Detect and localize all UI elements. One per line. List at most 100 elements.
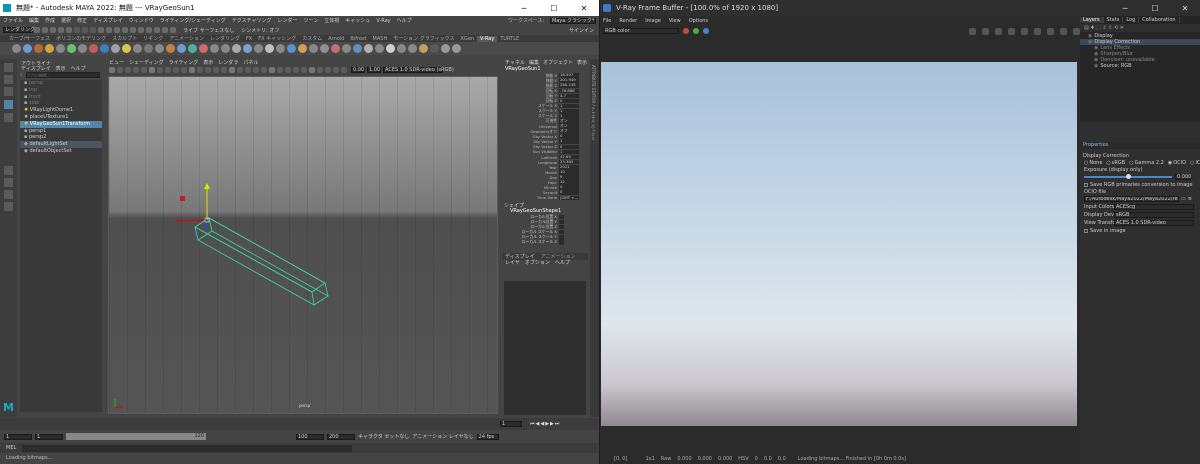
viewport-tool-icon[interactable] [125, 67, 131, 73]
shelf-tool-icon[interactable] [221, 44, 230, 53]
viewport-tool-icon[interactable] [165, 67, 171, 73]
select-tool-icon[interactable] [4, 63, 13, 72]
maya-menu-item[interactable]: 編集 [29, 17, 39, 24]
mode-menu[interactable]: レンダリング [3, 27, 35, 33]
status-tool-icon[interactable] [146, 27, 152, 33]
channel-value[interactable]: 0 [559, 98, 579, 104]
status-tool-icon[interactable] [106, 27, 112, 33]
outliner-menu-help[interactable]: ヘルプ [71, 65, 86, 72]
outliner-item[interactable]: ◆ defaultLightSet [20, 141, 102, 148]
status-tool-icon[interactable] [34, 27, 40, 33]
status-tool-icon[interactable] [90, 27, 96, 33]
status-tool-icon[interactable] [162, 27, 168, 33]
shelf-tool-icon[interactable] [12, 44, 21, 53]
render-image[interactable] [601, 62, 1077, 426]
status-tool-icon[interactable] [170, 27, 176, 33]
shelf-tool-icon[interactable] [45, 44, 54, 53]
status-tool-icon[interactable] [82, 27, 88, 33]
viewport-tool-icon[interactable] [277, 67, 283, 73]
outliner-item[interactable]: ▪ persp1 [20, 128, 102, 135]
channel-value[interactable]: [GMT +... [559, 195, 579, 201]
folder-icon[interactable]: ▭ [1181, 196, 1186, 202]
side-panel-tab[interactable]: ATTRIBUTE EDITOR / チャネル ボックス [590, 59, 599, 417]
maya-menu-item[interactable]: ヘルプ [397, 17, 412, 24]
status-tool-icon[interactable] [58, 27, 64, 33]
display-mode-radio[interactable]: ○ sRGB [1106, 160, 1125, 166]
layer-menu-help[interactable]: ヘルプ [555, 259, 570, 266]
hsv-toggle[interactable]: HSV [738, 456, 748, 462]
shelf-tool-icon[interactable] [375, 44, 384, 53]
display-mode-radio[interactable]: ○ None [1084, 160, 1102, 166]
channel-row[interactable]: Time Zone [GMT +... [502, 195, 588, 200]
maya-menu-item[interactable]: レンダー [278, 17, 298, 24]
shelf-tool-icon[interactable] [67, 44, 76, 53]
shelf-tool-icon[interactable] [408, 44, 417, 53]
viewport-tool-icon[interactable] [229, 67, 235, 73]
range-bar[interactable]: 120 [66, 433, 206, 440]
shelf-tool-icon[interactable] [331, 44, 340, 53]
outliner-item[interactable]: ✹ VRayGeoSun1Transform [20, 120, 102, 128]
eye-icon[interactable]: ◉ [1088, 39, 1092, 45]
view-transform-field[interactable]: ACES 1.0 SDR-video [1114, 220, 1194, 226]
vfb-tool-icon[interactable] [1021, 27, 1028, 35]
vfb-minimize-button[interactable]: ─ [1110, 4, 1140, 13]
outliner-item[interactable]: ✹ VRayLightDome1 [20, 107, 102, 114]
shelf-tool-icon[interactable] [78, 44, 87, 53]
shelf-tool-icon[interactable] [353, 44, 362, 53]
shelf-tool-icon[interactable] [122, 44, 131, 53]
shape-channel-value[interactable] [559, 219, 564, 225]
vfb-tool-icon[interactable] [1060, 27, 1067, 35]
anim-end-field[interactable]: 100 [296, 433, 324, 440]
vfb-menu-item[interactable]: View [669, 18, 681, 24]
layer-menu-options[interactable]: オプション [525, 259, 550, 266]
maya-menu-item[interactable]: ライティング/シェーディング [160, 17, 226, 24]
viewport-tool-icon[interactable] [149, 67, 155, 73]
command-language-label[interactable]: MEL [6, 445, 16, 451]
shelf-tool-icon[interactable] [243, 44, 252, 53]
status-tool-icon[interactable] [50, 27, 56, 33]
outliner-item[interactable]: ▪ front [20, 94, 102, 101]
shelf-tab[interactable]: FX キャッシング [255, 35, 299, 42]
viewport-tool-icon[interactable] [117, 67, 123, 73]
viewport-tool-icon[interactable] [205, 67, 211, 73]
vray-light-dome-marker[interactable] [180, 196, 185, 201]
viewport-tool-icon[interactable] [253, 67, 259, 73]
maya-menu-item[interactable]: 選択 [61, 17, 71, 24]
viewport-tool-icon[interactable] [133, 67, 139, 73]
shelf-tool-icon[interactable] [23, 44, 32, 53]
shelf-tool-icon[interactable] [342, 44, 351, 53]
shelf-tool-icon[interactable] [430, 44, 439, 53]
status-tool-icon[interactable] [122, 27, 128, 33]
save-in-image-checkbox[interactable] [1084, 229, 1088, 233]
shelf-tool-icon[interactable] [166, 44, 175, 53]
vfb-tool-icon[interactable] [1008, 27, 1015, 35]
vfb-menu-item[interactable]: File [603, 18, 611, 24]
viewport-tool-icon[interactable] [213, 67, 219, 73]
shelf-tab[interactable]: Arnold [325, 36, 347, 42]
shelf-tool-icon[interactable] [320, 44, 329, 53]
shelf-tab[interactable]: リギング [140, 35, 166, 42]
vfb-layer-item[interactable]: ◉ Source: RGB [1080, 63, 1200, 69]
paint-tool-icon[interactable] [4, 87, 13, 96]
workspace-select[interactable]: Maya クラシック* [550, 17, 596, 24]
shelf-tool-icon[interactable] [452, 44, 461, 53]
live-surface-label[interactable]: ライブ サーフェスなし [183, 27, 234, 34]
anim-end2-field[interactable]: 200 [327, 433, 355, 440]
layer-menu-layers[interactable]: レイヤ [505, 259, 520, 266]
vfb-tool-icon[interactable] [1034, 27, 1041, 35]
vfb-tool-icon[interactable] [1047, 27, 1054, 35]
channel-value[interactable]: オフ [559, 129, 579, 134]
layer-list[interactable] [504, 281, 586, 415]
shelf-tool-icon[interactable] [199, 44, 208, 53]
range-start-field[interactable]: 1 [35, 433, 63, 440]
red-channel-icon[interactable] [683, 28, 689, 34]
shelf-tool-icon[interactable] [397, 44, 406, 53]
viewport-tool-icon[interactable] [181, 67, 187, 73]
shelf-tab[interactable]: MASH [370, 36, 391, 42]
status-tool-icon[interactable] [154, 27, 160, 33]
viewport-tool-icon[interactable] [301, 67, 307, 73]
shelf-tool-icon[interactable] [188, 44, 197, 53]
shape-channel-value[interactable] [559, 214, 564, 220]
shelf-tool-icon[interactable] [419, 44, 428, 53]
channel-value[interactable]: 0 [559, 134, 579, 139]
